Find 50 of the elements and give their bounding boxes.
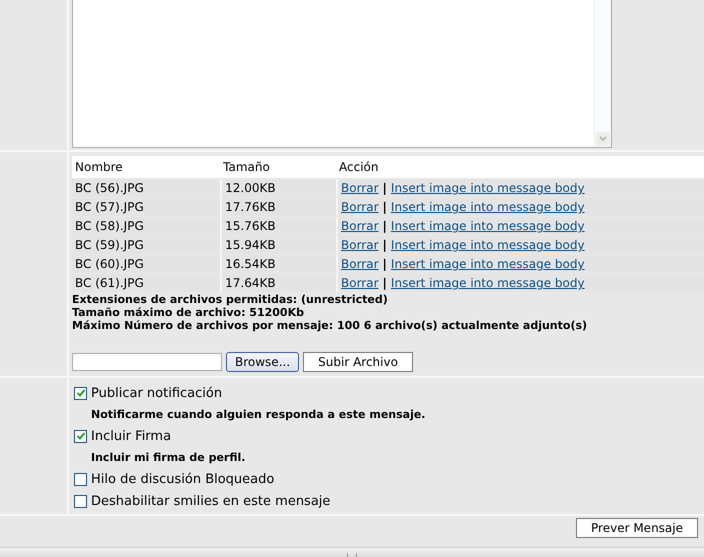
browse-button[interactable]: Browse...	[226, 352, 300, 372]
insert-link[interactable]: Insert image into message body	[390, 181, 585, 195]
table-cell: 15.76KB	[220, 217, 336, 235]
file-field[interactable]	[72, 353, 222, 371]
table-cell: BC (59).JPG	[72, 236, 220, 254]
checkbox[interactable]	[74, 494, 87, 508]
insert-link[interactable]: Insert image into message body	[390, 219, 585, 233]
table-cell: BC (61).JPG	[72, 274, 220, 292]
checkbox[interactable]	[74, 430, 87, 442]
separator: |	[382, 219, 387, 233]
checkbox[interactable]	[74, 386, 87, 400]
checkbox[interactable]	[74, 472, 87, 486]
delete-link[interactable]: Borrar	[341, 181, 379, 195]
separator: |	[382, 200, 387, 214]
separator: |	[382, 257, 387, 271]
upload-button[interactable]: Subir Archivo	[303, 352, 413, 372]
delete-link[interactable]: Borrar	[341, 200, 379, 214]
column-header: Acción	[336, 156, 704, 178]
separator: |	[382, 181, 387, 195]
delete-link[interactable]: Borrar	[341, 276, 379, 290]
insert-link[interactable]: Insert image into message body	[390, 200, 585, 214]
table-cell: BC (56).JPG	[72, 179, 220, 197]
separator: |	[382, 238, 387, 252]
checkbox-label: Publicar notificación	[91, 386, 222, 400]
insert-link[interactable]: Insert image into message body	[390, 257, 585, 271]
column-header: Nombre	[72, 156, 220, 178]
checkbox-label: Deshabilitar smilies en este mensaje	[91, 494, 330, 508]
table-cell: BC (57).JPG	[72, 198, 220, 216]
option-description: Incluir mi firma de perfil.	[90, 450, 246, 466]
delete-link[interactable]: Borrar	[341, 219, 379, 233]
delete-link[interactable]: Borrar	[341, 257, 379, 271]
table-cell: BC (58).JPG	[72, 217, 220, 235]
info-text: Extensiones de archivos permitidas: (unrestricted)	[72, 293, 389, 306]
table-cell: BC (60).JPG	[72, 255, 220, 273]
insert-link[interactable]: Insert image into message body	[390, 276, 585, 290]
checkbox-label: Incluir Firma	[91, 428, 172, 444]
checkbox-label: Hilo de discusión Bloqueado	[91, 472, 274, 486]
table-cell: 17.76KB	[220, 198, 336, 216]
info-text: Tamaño máximo de archivo: 51200Kb	[72, 306, 305, 319]
table-cell: 17.64KB	[220, 274, 336, 292]
column-header: Tamaño	[220, 156, 336, 178]
table-cell: 16.54KB	[220, 255, 336, 273]
preview-button[interactable]: Prever Mensaje	[576, 518, 698, 538]
delete-link[interactable]: Borrar	[341, 238, 379, 252]
table-cell: 12.00KB	[220, 179, 336, 197]
separator: |	[382, 276, 387, 290]
insert-link[interactable]: Insert image into message body	[390, 238, 585, 252]
table-cell: 15.94KB	[220, 236, 336, 254]
option-description: Notificarme cuando alguien responda a este mensaje.	[90, 407, 426, 423]
info-text: Máximo Número de archivos por mensaje: 100 6 archivo(s) actualmente adjunto(s)	[72, 319, 588, 332]
